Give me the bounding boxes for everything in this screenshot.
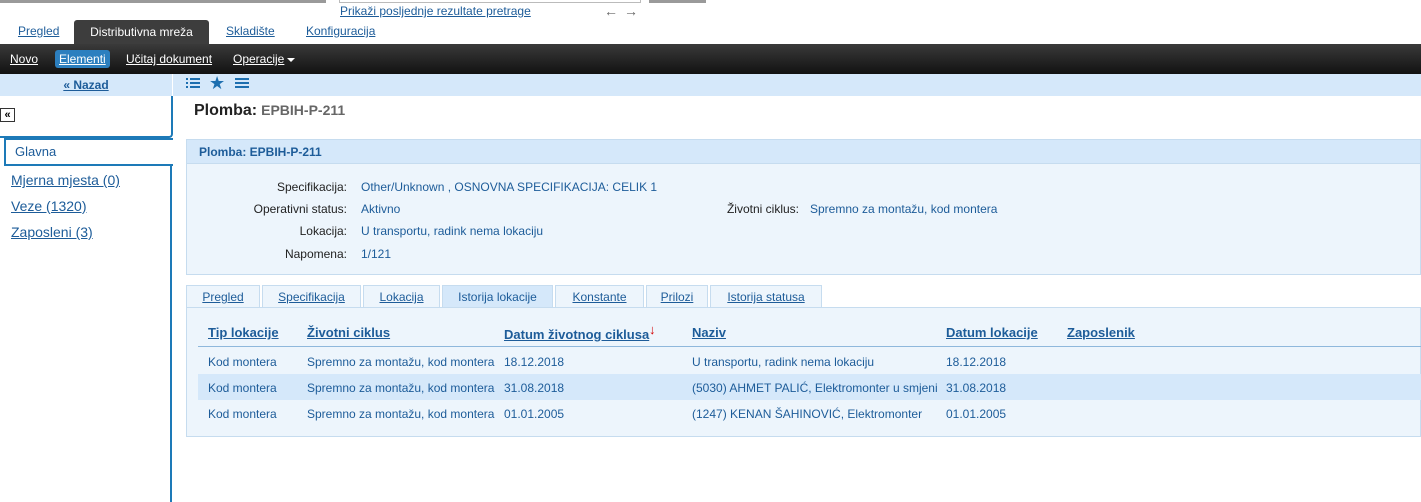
top-grey-bar-left <box>0 0 326 3</box>
column-header-naziv[interactable]: Naziv <box>692 325 726 340</box>
cell-tip-lokacije: Kod montera <box>208 355 277 369</box>
view-icon-bar: ★ <box>173 74 1421 96</box>
tab-pregled[interactable]: Pregled <box>18 24 59 38</box>
cell-tip-lokacije: Kod montera <box>208 407 277 421</box>
tab-specifikacija[interactable]: Specifikacija <box>262 285 361 308</box>
column-header-zaposlenik[interactable]: Zaposlenik <box>1067 325 1135 340</box>
star-icon[interactable]: ★ <box>209 74 225 92</box>
cell-tip-lokacije: Kod montera <box>208 381 277 395</box>
novo-button[interactable]: Novo <box>10 52 38 66</box>
back-arrow-icon[interactable]: ← <box>604 3 624 19</box>
table-header-divider <box>198 346 1421 347</box>
specifikacija-label: Specifikacija: <box>276 180 347 194</box>
recent-results-link[interactable]: Prikaži posljednje rezultate pretrage <box>340 4 531 18</box>
cell-zivotni-ciklus: Spremno za montažu, kod montera <box>307 381 495 395</box>
zivotni-ciklus-value: Spremno za montažu, kod montera <box>810 202 998 216</box>
cell-datum-lokacije: 31.08.2018 <box>946 381 1007 395</box>
cell-zivotni-ciklus: Spremno za montažu, kod montera <box>307 355 495 369</box>
back-link[interactable]: « Nazad <box>63 78 108 92</box>
cell-naziv: (5030) AHMET PALIĆ, Elektromonter u smje… <box>692 381 938 395</box>
history-nav: ←→ <box>604 3 644 19</box>
column-header-tip-lokacije[interactable]: Tip lokacije <box>208 325 279 340</box>
back-bar: « Nazad <box>0 74 172 96</box>
tab-istorija-lokacije[interactable]: Istorija lokacije <box>442 285 553 309</box>
menu-icon[interactable] <box>235 76 249 95</box>
cell-datum-zivotnog-ciklusa: 31.08.2018 <box>504 381 565 395</box>
cell-naziv: (1247) KENAN ŠAHINOVIĆ, Elektromonter <box>692 407 923 421</box>
cell-datum-lokacije: 18.12.2018 <box>946 355 1007 369</box>
operativni-status-value: Aktivno <box>361 202 401 216</box>
tab-konstante[interactable]: Konstante <box>555 285 644 308</box>
tab-distributivna-mreza[interactable]: Distributivna mreža <box>74 20 209 44</box>
cell-naziv: U transportu, radink nema lokaciju <box>692 355 875 369</box>
page-title-prefix: Plomba: <box>194 102 258 119</box>
table-row[interactable]: Kod montera Spremno za montažu, kod mont… <box>198 374 1421 400</box>
cell-datum-zivotnog-ciklusa: 01.01.2005 <box>504 407 565 421</box>
napomena-label: Napomena: <box>284 247 347 261</box>
tab-lokacija[interactable]: Lokacija <box>363 285 440 308</box>
table-row[interactable]: Kod montera Spremno za montažu, kod mont… <box>198 400 1421 426</box>
sidebar-item-mjerna-mjesta[interactable]: Mjerna mjesta (0) <box>11 172 120 188</box>
tab-istorija-statusa[interactable]: Istorija statusa <box>710 285 822 308</box>
sidebar-top-box <box>0 96 173 138</box>
page-title: Plomba: EPBIH-P-211 <box>194 102 345 120</box>
specifikacija-value: Other/Unknown , OSNOVNA SPECIFIKACIJA: C… <box>361 180 658 194</box>
column-header-zivotni-ciklus[interactable]: Životni ciklus <box>307 325 390 340</box>
top-grey-bar-right <box>649 0 706 3</box>
elementi-button[interactable]: Elementi <box>55 50 110 68</box>
top-navigation: Prikaži posljednje rezultate pretrage ←→… <box>0 0 1421 44</box>
cell-datum-zivotnog-ciklusa: 18.12.2018 <box>504 355 565 369</box>
page-title-code: EPBIH-P-211 <box>261 102 346 118</box>
column-header-datum-lokacije[interactable]: Datum lokacije <box>946 325 1038 340</box>
main-toolbar: Novo Elementi Učitaj dokument Operacije <box>0 44 1421 74</box>
detail-panel-header: Plomba: EPBIH-P-211 <box>186 139 1421 164</box>
sidebar: « Glavna Mjerna mjesta (0) Veze (1320) Z… <box>0 96 173 502</box>
detail-panel: Specifikacija: Other/Unknown , OSNOVNA S… <box>186 164 1421 275</box>
search-input[interactable] <box>339 0 641 3</box>
collapse-icon[interactable]: « <box>0 108 15 122</box>
column-header-datum-zivotnog-ciklusa[interactable]: Datum životnog ciklusa <box>504 327 649 342</box>
sidebar-item-zaposleni[interactable]: Zaposleni (3) <box>11 224 93 240</box>
cell-zivotni-ciklus: Spremno za montažu, kod montera <box>307 407 495 421</box>
tab-pregled-detail[interactable]: Pregled <box>186 285 260 308</box>
ucitaj-dokument-button[interactable]: Učitaj dokument <box>126 52 212 66</box>
chevron-down-icon <box>287 57 296 62</box>
forward-arrow-icon[interactable]: → <box>624 3 644 19</box>
operacije-label: Operacije <box>233 52 285 66</box>
list-icon[interactable] <box>186 76 200 95</box>
operativni-status-label: Operativni status: <box>253 202 347 216</box>
sidebar-item-veze[interactable]: Veze (1320) <box>11 198 87 214</box>
sidebar-item-glavna[interactable]: Glavna <box>4 138 173 166</box>
tab-skladiste[interactable]: Skladište <box>226 24 275 38</box>
lokacija-label: Lokacija: <box>299 224 347 238</box>
sidebar-divider <box>170 166 172 502</box>
napomena-value: 1/121 <box>361 247 392 261</box>
cell-datum-lokacije: 01.01.2005 <box>946 407 1007 421</box>
tab-konfiguracija[interactable]: Konfiguracija <box>306 24 375 38</box>
operacije-menu[interactable]: Operacije <box>233 52 296 66</box>
zivotni-ciklus-label: Životni ciklus: <box>726 202 799 216</box>
sort-arrow-icon: ↓ <box>649 322 656 337</box>
tab-prilozi[interactable]: Prilozi <box>646 285 708 308</box>
lokacija-value: U transportu, radink nema lokaciju <box>361 224 544 238</box>
table-row[interactable]: Kod montera Spremno za montažu, kod mont… <box>198 348 1421 374</box>
